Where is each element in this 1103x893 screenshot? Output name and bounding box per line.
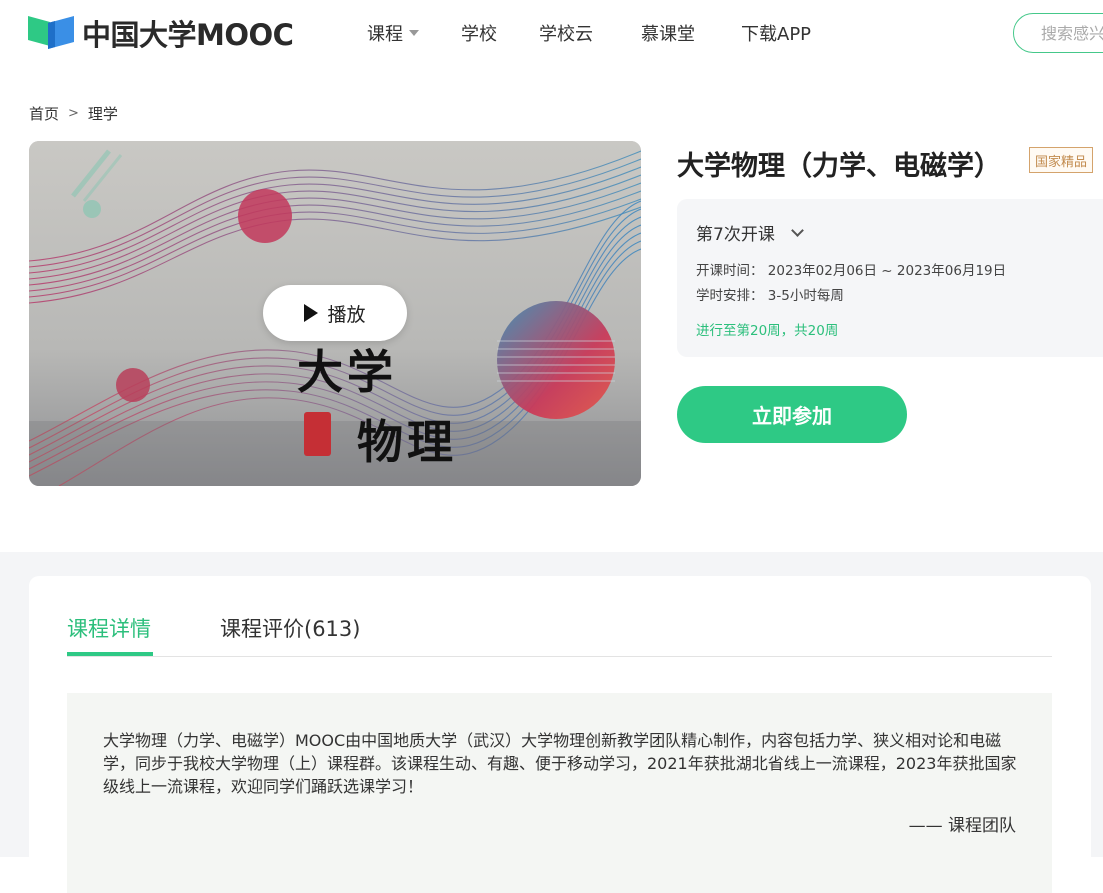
course-description-box: 大学物理（力学、电磁学）MOOC由中国地质大学（武汉）大学物理创新教学团队精心制…	[67, 693, 1052, 893]
course-description-text: 大学物理（力学、电磁学）MOOC由中国地质大学（武汉）大学物理创新教学团队精心制…	[103, 731, 1017, 796]
national-quality-badge: 国家精品	[1029, 147, 1094, 173]
nav-schools[interactable]: 学校	[461, 20, 497, 46]
nav-courses-label: 课程	[367, 24, 403, 45]
main-nav: 课程 学校 学校云 慕课堂 下载APP	[367, 20, 853, 46]
tab-course-reviews[interactable]: 课程评价(613)	[220, 613, 360, 643]
play-button[interactable]: 播放	[263, 285, 407, 341]
description-signature: —— 课程团队	[908, 816, 1016, 836]
course-video-cover[interactable]: 大学 物理 播放	[29, 141, 641, 486]
tab-course-details[interactable]: 课程详情	[67, 613, 151, 643]
nav-mooc-classroom[interactable]: 慕课堂	[641, 20, 695, 46]
play-icon	[304, 304, 319, 322]
course-detail-section: 课程详情 课程评价(613) 大学物理（力学、电磁学）MOOC由中国地质大学（武…	[0, 552, 1103, 893]
nav-schools-label: 学校	[461, 24, 497, 45]
schedule-value: 2023年02月06日 ~ 2023年06月19日	[767, 263, 1007, 279]
breadcrumb-home[interactable]: 首页	[29, 103, 59, 124]
tab-course-details-label: 课程详情	[67, 617, 151, 641]
detail-panel: 课程详情 课程评价(613) 大学物理（力学、电磁学）MOOC由中国地质大学（武…	[29, 576, 1091, 893]
hours-value: 3-5小时每周	[767, 288, 844, 304]
cover-title-line1: 大学	[297, 345, 397, 399]
breadcrumb: 首页 > 理学	[29, 103, 118, 124]
nav-courses[interactable]: 课程	[367, 20, 419, 46]
chevron-down-icon	[409, 30, 419, 36]
course-progress-text: 进行至第20周，共20周	[696, 323, 839, 339]
top-header: 中国大学MOOC 课程 学校 学校云 慕课堂 下载APP	[0, 0, 1103, 66]
tab-course-reviews-label: 课程评价(613)	[220, 617, 361, 641]
schedule-line: 开课时间： 2023年02月06日 ~ 2023年06月19日	[696, 259, 1006, 279]
nav-school-cloud[interactable]: 学校云	[539, 20, 593, 46]
logo-text: 中国大学MOOC	[82, 18, 294, 52]
breadcrumb-separator: >	[68, 106, 79, 121]
detail-tabs: 课程详情 课程评价(613)	[67, 576, 1052, 657]
breadcrumb-category[interactable]: 理学	[88, 103, 118, 124]
term-info-card: 第7次开课 开课时间： 2023年02月06日 ~ 2023年06月19日 学时…	[677, 199, 1103, 357]
play-button-label: 播放	[327, 303, 366, 326]
active-tab-indicator	[67, 652, 153, 656]
book-icon	[304, 412, 331, 456]
hours-line: 学时安排： 3-5小时每周	[696, 284, 844, 304]
schedule-label: 开课时间：	[696, 263, 764, 279]
nav-download-app-label: 下载APP	[741, 24, 812, 45]
site-logo[interactable]: 中国大学MOOC	[28, 13, 294, 53]
join-course-button[interactable]: 立即参加	[677, 386, 907, 443]
mooc-logo-icon	[28, 13, 76, 53]
term-label: 第7次开课	[696, 225, 775, 245]
search-box[interactable]	[1013, 13, 1103, 53]
term-selector[interactable]: 第7次开课	[696, 220, 804, 245]
course-title: 大学物理（力学、电磁学）	[677, 151, 1001, 182]
chevron-down-icon	[790, 223, 804, 237]
search-input[interactable]	[1041, 23, 1103, 43]
cover-title-line2: 物理	[357, 415, 457, 469]
hours-label: 学时安排：	[696, 288, 764, 304]
nav-download-app[interactable]: 下载APP	[741, 20, 811, 46]
nav-school-cloud-label: 学校云	[539, 24, 593, 45]
nav-mooc-classroom-label: 慕课堂	[641, 24, 695, 45]
